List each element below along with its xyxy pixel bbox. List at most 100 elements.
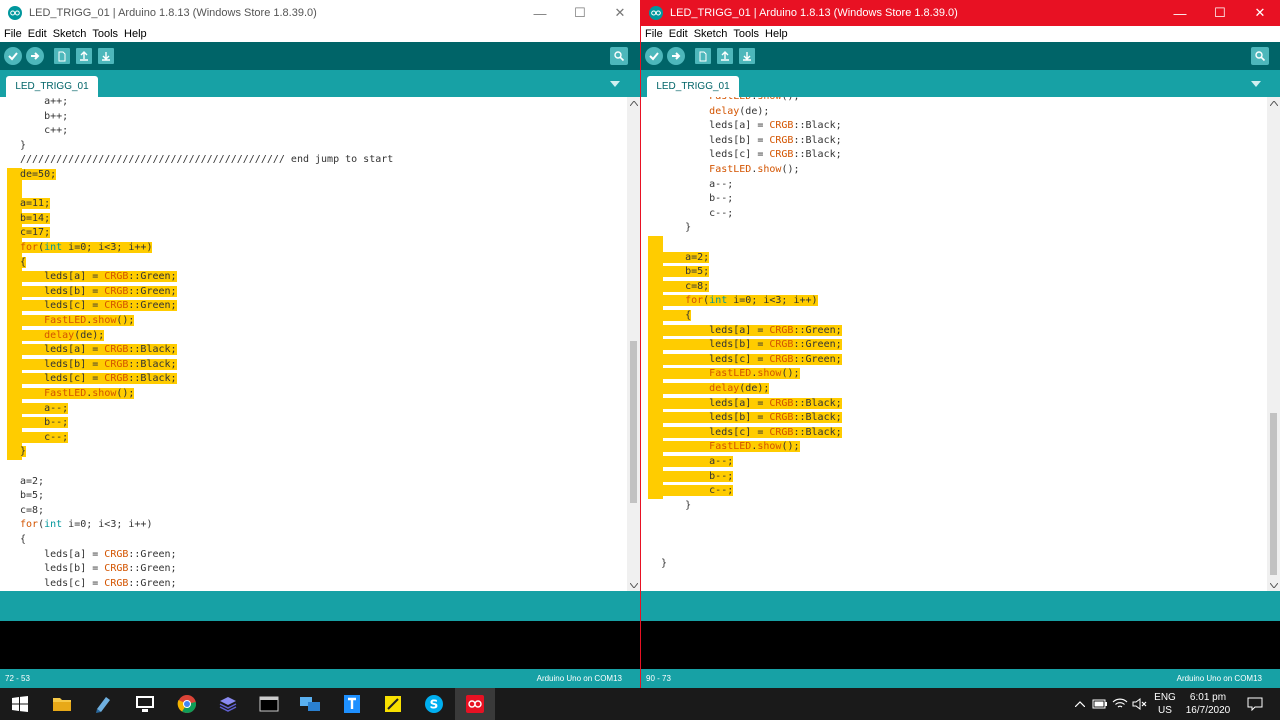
code-line[interactable]: leds[b] = CRGB::Green; bbox=[20, 562, 176, 577]
new-sketch-button[interactable] bbox=[54, 48, 70, 64]
code-line[interactable]: c=8; bbox=[661, 280, 710, 295]
console-output[interactable] bbox=[641, 621, 1280, 669]
show-hidden-icons[interactable] bbox=[1070, 688, 1090, 720]
code-area[interactable]: FastLED.show(); delay(de); leds[a] = CRG… bbox=[641, 97, 1267, 591]
code-line[interactable]: c--; bbox=[661, 484, 734, 499]
code-line[interactable]: leds[a] = CRGB::Green; bbox=[20, 548, 176, 563]
code-line[interactable]: leds[b] = CRGB::Green; bbox=[661, 338, 842, 353]
code-line[interactable]: for(int i=0; i<3; i++) bbox=[661, 294, 818, 309]
scroll-down-icon[interactable] bbox=[1267, 579, 1280, 591]
scrollbar-thumb[interactable] bbox=[630, 341, 637, 503]
code-line[interactable]: leds[b] = CRGB::Black; bbox=[661, 134, 841, 149]
code-line[interactable]: leds[a] = CRGB::Green; bbox=[20, 270, 177, 285]
code-line[interactable]: ////////////////////////////////////////… bbox=[20, 153, 393, 168]
code-line[interactable]: { bbox=[20, 533, 26, 548]
menu-sketch[interactable]: Sketch bbox=[694, 28, 728, 40]
menu-tools[interactable]: Tools bbox=[733, 28, 759, 40]
notepad-icon[interactable] bbox=[91, 692, 115, 716]
code-line[interactable]: { bbox=[20, 256, 27, 271]
tab-sketch[interactable]: LED_TRIGG_01 bbox=[647, 76, 739, 97]
serial-monitor-button[interactable] bbox=[1251, 47, 1269, 65]
language-indicator[interactable]: ENG US bbox=[1150, 688, 1180, 720]
tab-sketch[interactable]: LED_TRIGG_01 bbox=[6, 76, 98, 97]
code-line[interactable]: b=14; bbox=[20, 212, 51, 227]
code-line[interactable]: FastLED.show(); bbox=[661, 367, 800, 382]
code-line[interactable]: c=8; bbox=[20, 504, 44, 519]
code-area[interactable]: a++; b++; c++;}/////////////////////////… bbox=[0, 97, 627, 591]
code-line[interactable]: leds[c] = CRGB::Black; bbox=[20, 372, 177, 387]
code-line[interactable]: for(int i=0; i<3; i++) bbox=[20, 518, 152, 533]
menu-edit[interactable]: Edit bbox=[28, 28, 47, 40]
open-sketch-button[interactable] bbox=[717, 48, 733, 64]
vertical-scrollbar[interactable] bbox=[627, 97, 640, 591]
chrome-icon[interactable] bbox=[175, 692, 199, 716]
code-line[interactable]: } bbox=[661, 221, 691, 236]
code-line[interactable]: { bbox=[661, 309, 692, 324]
skype-icon[interactable]: S bbox=[422, 692, 446, 716]
console-output[interactable] bbox=[0, 621, 640, 669]
code-line[interactable]: b++; bbox=[20, 110, 68, 125]
code-line[interactable]: } bbox=[20, 445, 27, 460]
save-sketch-button[interactable] bbox=[739, 48, 755, 64]
tab-menu-icon[interactable] bbox=[1250, 79, 1262, 89]
code-line[interactable]: b--; bbox=[661, 192, 733, 207]
code-line[interactable]: } bbox=[20, 139, 26, 154]
code-line[interactable]: b=5; bbox=[20, 489, 44, 504]
code-line[interactable]: a--; bbox=[661, 178, 733, 193]
close-button[interactable]: ✕ bbox=[1240, 0, 1280, 26]
title-bar[interactable]: LED_TRIGG_01 | Arduino 1.8.13 (Windows S… bbox=[0, 0, 640, 26]
code-line[interactable]: leds[c] = CRGB::Black; bbox=[661, 426, 842, 441]
wifi-icon[interactable] bbox=[1110, 688, 1130, 720]
verify-button[interactable] bbox=[645, 47, 663, 65]
remote-desktop-icon[interactable] bbox=[133, 692, 157, 716]
file-explorer-icon[interactable] bbox=[50, 692, 74, 716]
maximize-button[interactable]: ☐ bbox=[560, 0, 600, 26]
notifications-icon[interactable] bbox=[1240, 688, 1270, 720]
code-line[interactable]: a=2; bbox=[20, 475, 44, 490]
sticky-notes-icon[interactable] bbox=[381, 692, 405, 716]
code-line[interactable]: } bbox=[661, 557, 667, 572]
code-line[interactable]: leds[c] = CRGB::Green; bbox=[20, 577, 176, 591]
arduino-icon[interactable] bbox=[463, 692, 487, 716]
code-line[interactable]: c++; bbox=[20, 124, 68, 139]
menu-help[interactable]: Help bbox=[765, 28, 788, 40]
code-line[interactable]: c=17; bbox=[20, 226, 51, 241]
code-line[interactable]: leds[c] = CRGB::Green; bbox=[661, 353, 842, 368]
text-editor-icon[interactable] bbox=[340, 692, 364, 716]
menu-edit[interactable]: Edit bbox=[669, 28, 688, 40]
minimize-button[interactable]: — bbox=[1160, 0, 1200, 26]
minimize-button[interactable]: — bbox=[520, 0, 560, 26]
code-line[interactable]: b--; bbox=[661, 470, 734, 485]
code-line[interactable]: a--; bbox=[20, 402, 69, 417]
new-sketch-button[interactable] bbox=[695, 48, 711, 64]
volume-muted-icon[interactable] bbox=[1130, 688, 1150, 720]
terminal-icon[interactable] bbox=[257, 692, 281, 716]
code-editor[interactable]: FastLED.show(); delay(de); leds[a] = CRG… bbox=[641, 97, 1280, 591]
code-line[interactable]: leds[b] = CRGB::Green; bbox=[20, 285, 177, 300]
code-line[interactable]: c--; bbox=[20, 431, 69, 446]
maximize-button[interactable]: ☐ bbox=[1200, 0, 1240, 26]
upload-button[interactable] bbox=[667, 47, 685, 65]
code-line[interactable]: a--; bbox=[661, 455, 734, 470]
stack-icon[interactable] bbox=[216, 692, 240, 716]
code-line[interactable]: FastLED.show(); bbox=[20, 314, 135, 329]
code-line[interactable]: leds[a] = CRGB::Black; bbox=[661, 119, 841, 134]
code-line[interactable]: leds[b] = CRGB::Black; bbox=[20, 358, 177, 373]
code-line[interactable]: } bbox=[661, 499, 691, 514]
vertical-scrollbar[interactable] bbox=[1267, 97, 1280, 591]
menu-file[interactable]: File bbox=[4, 28, 22, 40]
menu-sketch[interactable]: Sketch bbox=[53, 28, 87, 40]
menu-help[interactable]: Help bbox=[124, 28, 147, 40]
code-line[interactable]: c--; bbox=[661, 207, 733, 222]
code-line[interactable]: a=11; bbox=[20, 197, 51, 212]
menu-file[interactable]: File bbox=[645, 28, 663, 40]
serial-monitor-button[interactable] bbox=[610, 47, 628, 65]
scroll-up-icon[interactable] bbox=[1267, 97, 1280, 109]
battery-icon[interactable] bbox=[1090, 688, 1110, 720]
network-icon[interactable] bbox=[298, 692, 322, 716]
tab-menu-icon[interactable] bbox=[609, 79, 621, 89]
code-line[interactable]: for(int i=0; i<3; i++) bbox=[20, 241, 153, 256]
code-line[interactable]: leds[a] = CRGB::Black; bbox=[20, 343, 177, 358]
code-line[interactable]: leds[c] = CRGB::Black; bbox=[661, 148, 841, 163]
clock[interactable]: 6:01 pm 16/7/2020 bbox=[1180, 688, 1236, 720]
